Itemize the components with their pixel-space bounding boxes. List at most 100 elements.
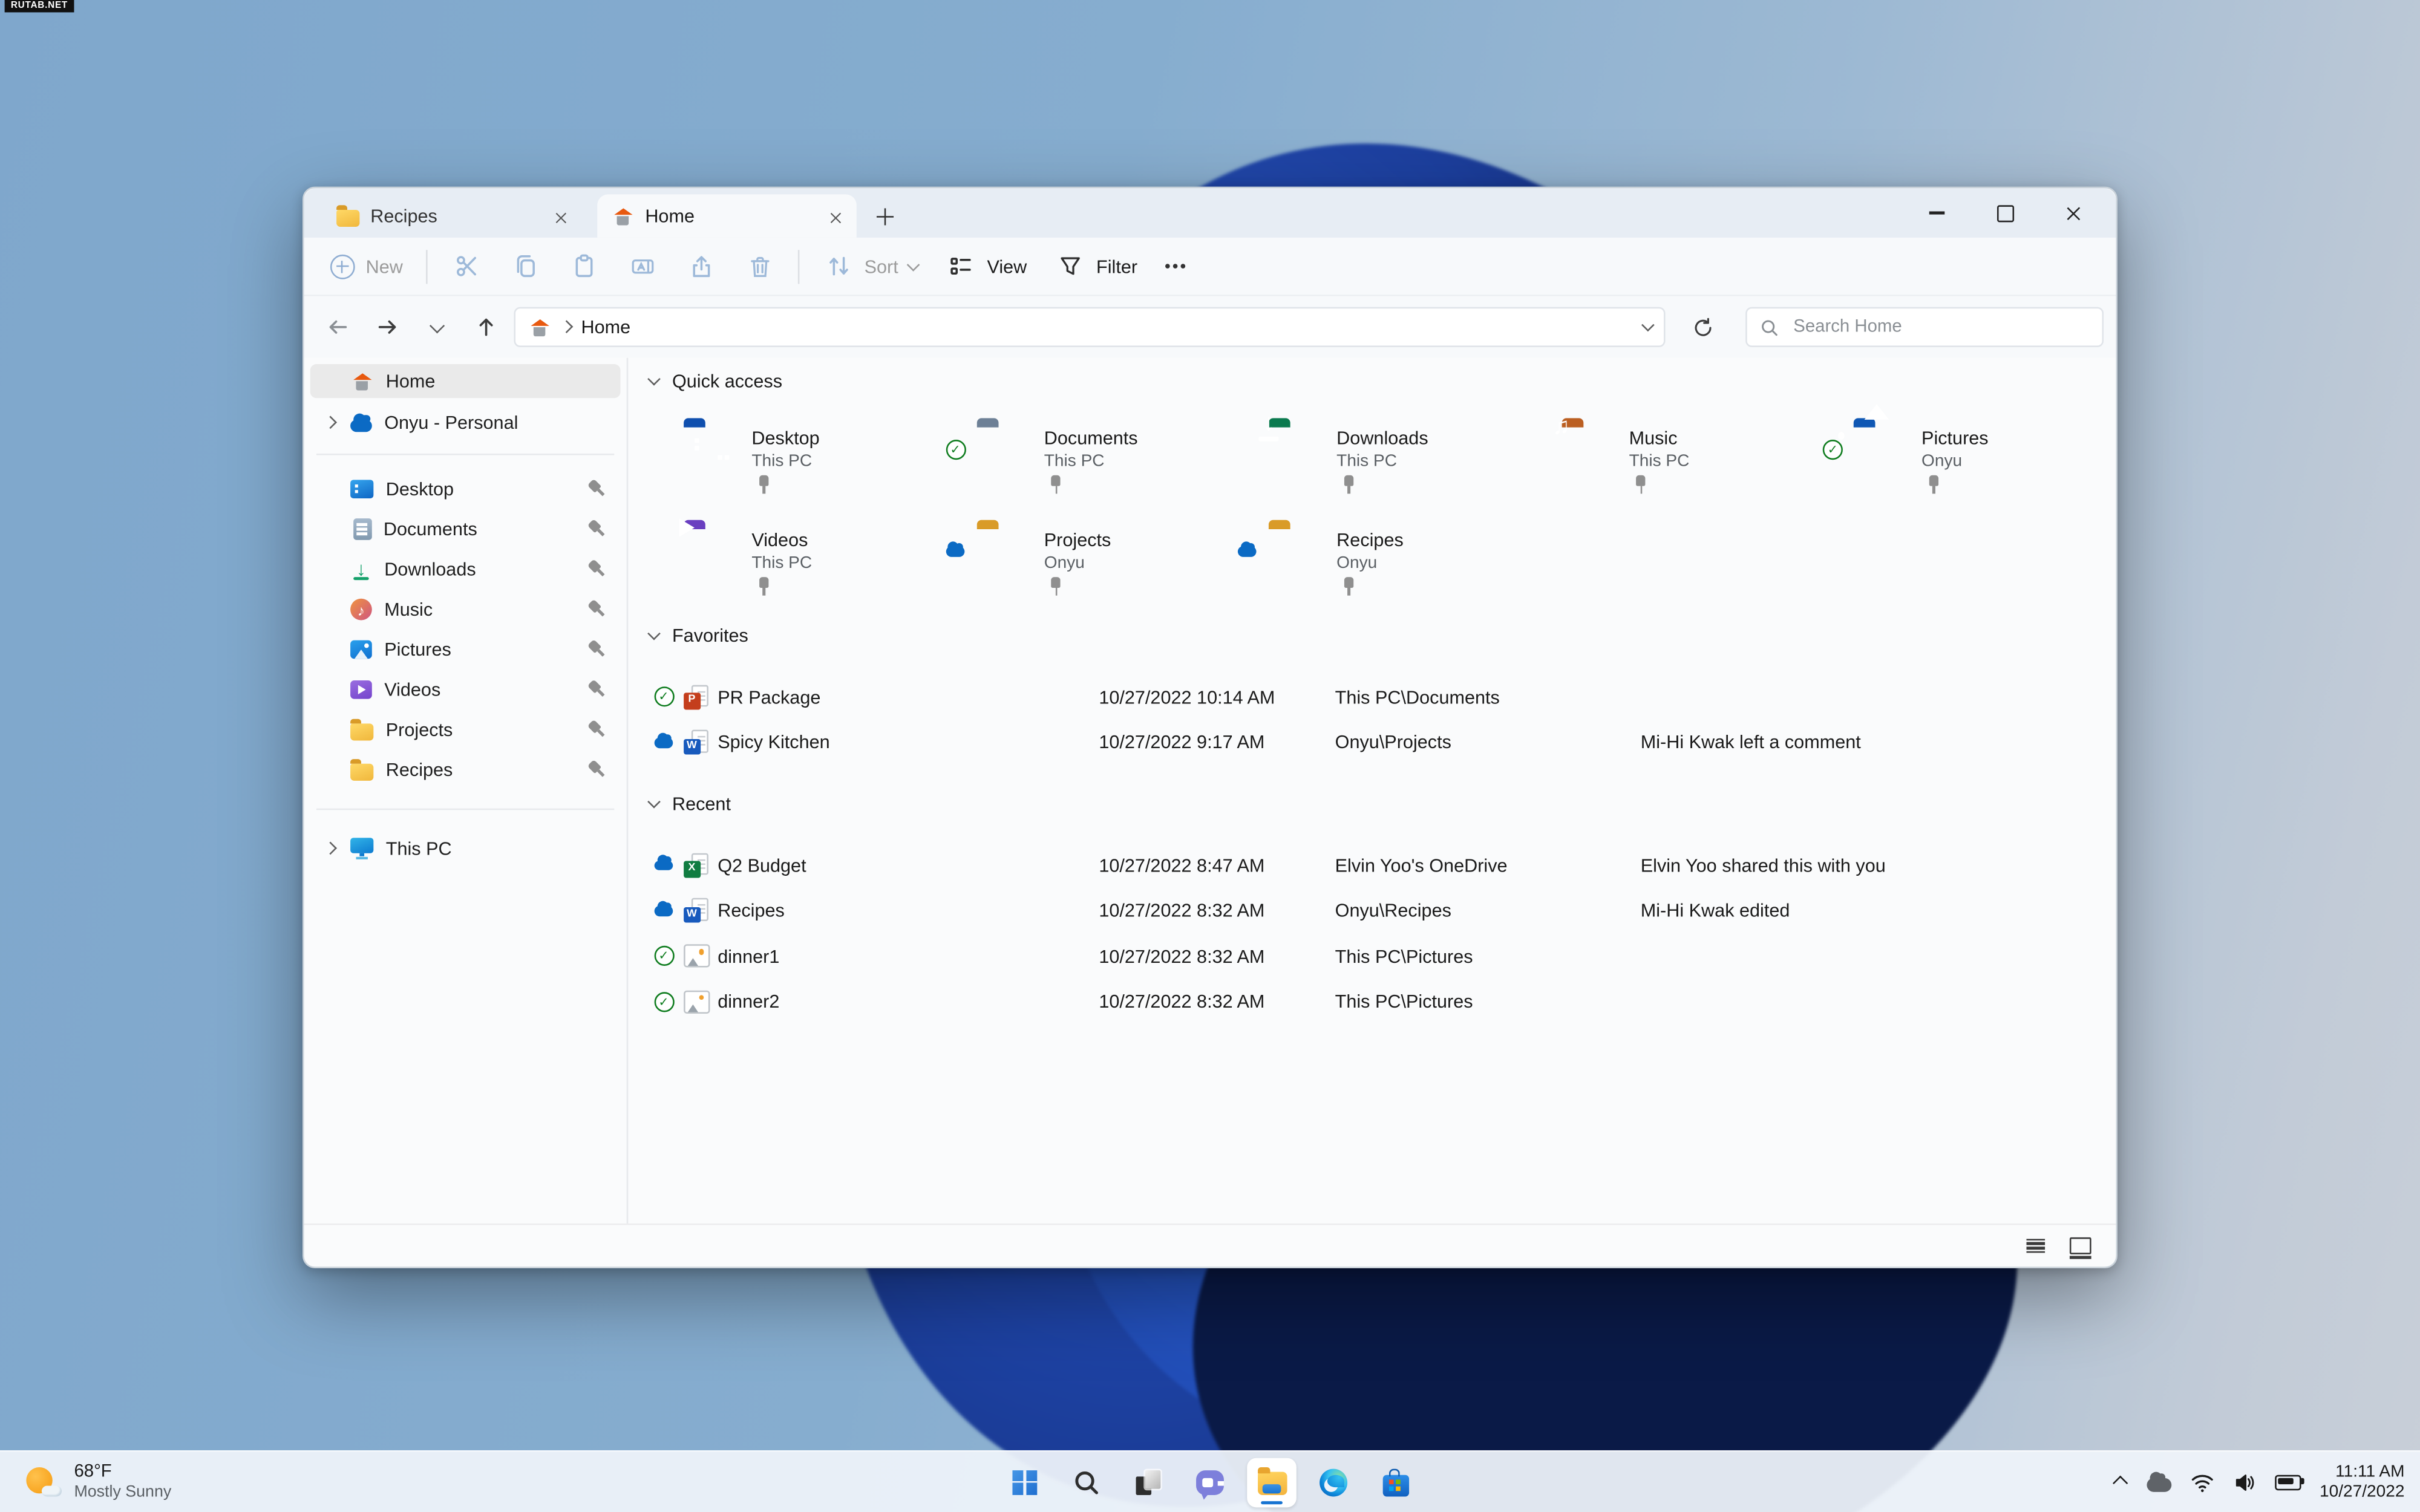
- weather-widget[interactable]: 68°F Mostly Sunny: [9, 1452, 186, 1512]
- thumbnail-view-icon[interactable]: [2069, 1237, 2092, 1259]
- forward-button[interactable]: [366, 305, 409, 348]
- file-row-spicy-kitchen[interactable]: W Spicy Kitchen 10/27/2022 9:17 AM Onyu\…: [628, 720, 2116, 765]
- details-view-icon[interactable]: [2026, 1238, 2046, 1254]
- synced-badge-icon: [653, 686, 674, 708]
- file-row-q2-budget[interactable]: X Q2 Budget 10/27/2022 8:47 AM Elvin Yoo…: [628, 842, 2116, 888]
- refresh-button[interactable]: [1681, 305, 1724, 348]
- documents-icon: [352, 518, 371, 541]
- cut-button[interactable]: [437, 244, 495, 287]
- wifi-icon[interactable]: [2190, 1471, 2215, 1493]
- tile-documents[interactable]: Documents This PC: [945, 426, 1269, 506]
- file-row-dinner1[interactable]: dinner1 10/27/2022 8:32 AM This PC\Pictu…: [628, 933, 2116, 979]
- pin-icon: [584, 477, 609, 501]
- sidebar-item-desktop[interactable]: Desktop: [310, 469, 621, 509]
- new-icon: [330, 253, 355, 279]
- pin-icon: [584, 677, 609, 702]
- close-tab-icon[interactable]: [555, 210, 566, 221]
- maximize-button[interactable]: [1971, 188, 2039, 238]
- file-row-recipes[interactable]: W Recipes 10/27/2022 8:32 AM Onyu\Recipe…: [628, 888, 2116, 933]
- rename-button[interactable]: [613, 244, 672, 287]
- tab-recipes[interactable]: Recipes: [322, 194, 582, 237]
- cloud-badge-icon: [654, 732, 673, 748]
- recent-header[interactable]: Recent: [648, 787, 731, 821]
- start-button[interactable]: [1000, 1457, 1050, 1507]
- new-tab-button[interactable]: [866, 198, 903, 235]
- sidebar-item-recipes[interactable]: Recipes: [310, 750, 621, 790]
- sidebar-item-pictures[interactable]: Pictures: [310, 630, 621, 670]
- see-more-button[interactable]: [1151, 244, 1194, 287]
- share-button[interactable]: [672, 244, 730, 287]
- paste-button[interactable]: [554, 244, 613, 287]
- breadcrumb[interactable]: Home: [581, 316, 1632, 338]
- search-box[interactable]: [1745, 307, 2104, 347]
- cut-icon: [451, 251, 482, 282]
- tile-projects[interactable]: Projects Onyu: [945, 527, 1269, 608]
- favorites-header[interactable]: Favorites: [648, 619, 748, 653]
- task-view-button[interactable]: [1123, 1457, 1173, 1507]
- sidebar-item-projects[interactable]: Projects: [310, 709, 621, 749]
- sidebar-item-downloads[interactable]: Downloads: [310, 549, 621, 589]
- battery-icon[interactable]: [2275, 1474, 2304, 1490]
- home-icon: [352, 373, 372, 389]
- window-controls: [1903, 188, 2107, 238]
- synced-badge-icon: [653, 946, 674, 966]
- tile-videos[interactable]: Videos This PC: [678, 518, 976, 608]
- sidebar-item-home[interactable]: Home: [310, 364, 621, 399]
- home-icon: [613, 207, 633, 224]
- close-button[interactable]: [2039, 188, 2107, 238]
- search-button[interactable]: [1062, 1457, 1111, 1507]
- up-button[interactable]: [465, 305, 508, 348]
- tab-home[interactable]: Home: [597, 194, 857, 238]
- sidebar-item-documents[interactable]: Documents: [310, 509, 621, 549]
- volume-icon[interactable]: [2233, 1471, 2256, 1493]
- copy-button[interactable]: [495, 244, 554, 287]
- file-row-pr-package[interactable]: P PR Package 10/27/2022 10:14 AM This PC…: [628, 674, 2116, 720]
- synced-badge-icon: [945, 440, 966, 460]
- address-field[interactable]: Home: [514, 307, 1666, 347]
- recent-locations-button[interactable]: [415, 305, 458, 348]
- pin-icon: [584, 637, 609, 662]
- filter-button[interactable]: Filter: [1041, 244, 1151, 287]
- tile-pictures[interactable]: Pictures Onyu: [1822, 404, 2146, 506]
- new-button[interactable]: New: [316, 244, 417, 287]
- edge-icon: [1320, 1468, 1348, 1496]
- powerpoint-file-icon: P: [684, 685, 708, 709]
- sidebar-item-this-pc[interactable]: This PC: [310, 829, 621, 868]
- store-button[interactable]: [1370, 1457, 1420, 1507]
- search-input[interactable]: [1790, 316, 2090, 338]
- view-button[interactable]: View: [932, 244, 1041, 287]
- chevron-down-icon[interactable]: [1641, 319, 1653, 331]
- file-explorer-button[interactable]: [1247, 1457, 1297, 1507]
- chevron-right-icon[interactable]: [324, 842, 336, 855]
- chevron-right-icon[interactable]: [324, 417, 336, 429]
- command-toolbar: New Sort View Filter: [304, 237, 2116, 296]
- search-icon: [1075, 1470, 1099, 1494]
- tile-downloads[interactable]: ↓ Downloads This PC: [1263, 411, 1561, 506]
- close-tab-icon[interactable]: [830, 210, 841, 221]
- minimize-button[interactable]: [1903, 188, 1970, 238]
- sidebar-item-videos[interactable]: Videos: [310, 670, 621, 709]
- sort-button[interactable]: Sort: [809, 244, 932, 287]
- share-icon: [685, 251, 716, 282]
- word-file-icon: W: [684, 730, 708, 755]
- sidebar-item-music[interactable]: Music: [310, 589, 621, 629]
- chevron-right-icon: [560, 321, 572, 333]
- tile-recipes[interactable]: Recipes Onyu: [1237, 527, 1561, 608]
- chat-button[interactable]: [1185, 1457, 1235, 1507]
- quick-access-header[interactable]: Quick access: [648, 364, 782, 398]
- image-file-icon: [682, 990, 710, 1014]
- file-row-dinner2[interactable]: dinner2 10/27/2022 8:32 AM This PC\Pictu…: [628, 979, 2116, 1025]
- back-button[interactable]: [316, 305, 359, 348]
- hidden-icons-chevron[interactable]: [2114, 1477, 2128, 1491]
- tile-desktop[interactable]: Desktop This PC: [684, 426, 976, 506]
- tile-music[interactable]: ♫ Music This PC: [1552, 414, 1853, 506]
- quick-access-row-2: Videos This PC Projects Onyu Recipes Ony…: [678, 518, 1561, 608]
- windows-logo-icon: [1012, 1469, 1038, 1494]
- onedrive-tray-icon[interactable]: [2147, 1471, 2172, 1491]
- close-icon: [2066, 206, 2080, 220]
- edge-button[interactable]: [1309, 1457, 1358, 1507]
- sidebar-item-onedrive[interactable]: Onyu - Personal: [310, 406, 621, 440]
- tray-clock[interactable]: 11:11 AM 10/27/2022: [2320, 1462, 2404, 1502]
- delete-button[interactable]: [730, 244, 789, 287]
- pictures-icon: [350, 640, 372, 659]
